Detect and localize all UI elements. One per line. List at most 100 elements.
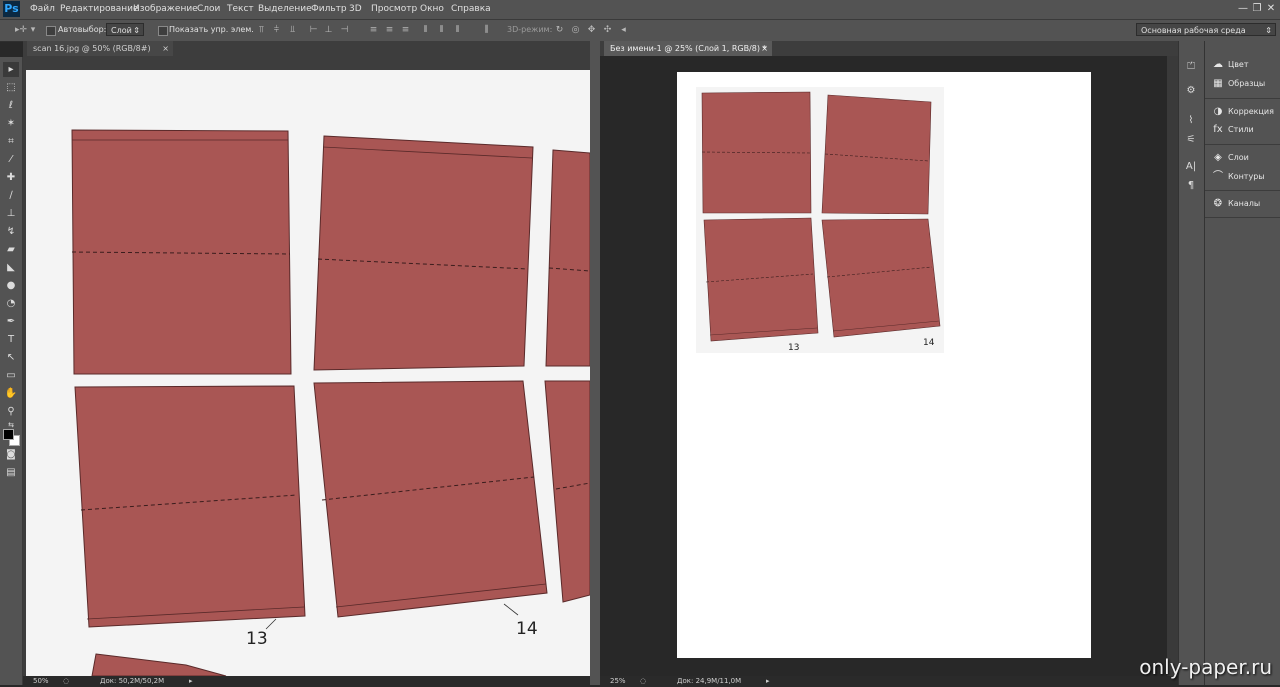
- align-top-icon[interactable]: ⫪: [256, 25, 267, 35]
- marquee-tool-icon[interactable]: ⬚: [3, 80, 19, 95]
- menu-help[interactable]: Справка: [451, 4, 491, 14]
- 3d-rotate-icon[interactable]: ↻: [554, 25, 565, 35]
- panel-divider: [1205, 190, 1280, 191]
- workspace-dropdown[interactable]: Основная рабочая среда ⇕: [1136, 23, 1276, 36]
- brush-presets-icon[interactable]: ⌇: [1183, 113, 1199, 128]
- close-icon[interactable]: ✕: [1264, 2, 1278, 16]
- history-panel-icon[interactable]: ⏍: [1183, 59, 1199, 74]
- align-right-icon[interactable]: ⊣: [339, 25, 350, 35]
- paragraph-panel-icon[interactable]: ¶: [1183, 178, 1199, 193]
- rectangle-tool-icon[interactable]: ▭: [3, 368, 19, 383]
- right-doc-tab[interactable]: Без имени-1 @ 25% (Слой 1, RGB/8) * ×: [604, 41, 772, 56]
- chevron-down-icon[interactable]: ▾: [30, 25, 36, 35]
- type-tool-icon[interactable]: T: [3, 332, 19, 347]
- styles-icon: fx: [1213, 124, 1223, 135]
- history-brush-tool-icon[interactable]: ↯: [3, 224, 19, 239]
- close-tab-icon[interactable]: ×: [162, 41, 169, 56]
- panel-paths[interactable]: ⌒ Контуры: [1211, 170, 1265, 184]
- 3d-slide-icon[interactable]: ✣: [602, 25, 613, 35]
- blur-tool-icon[interactable]: ●: [3, 278, 19, 293]
- right-doc-tabbar: Без имени-1 @ 25% (Слой 1, RGB/8) * ×: [600, 41, 1178, 56]
- foreground-color-swatch[interactable]: [3, 429, 14, 440]
- align-hcenter-icon[interactable]: ⊥: [323, 25, 334, 35]
- status-arrow-icon[interactable]: ▸: [766, 676, 770, 687]
- align-bottom-icon[interactable]: ⫫: [287, 25, 298, 35]
- actions-panel-icon[interactable]: ⚙: [1183, 83, 1199, 98]
- close-tab-icon[interactable]: ×: [761, 41, 768, 56]
- panel-adjustments-label: Коррекция: [1228, 107, 1274, 116]
- move-tool-preset-icon[interactable]: ▸✛: [12, 25, 30, 35]
- right-doc-zoom[interactable]: 25%: [610, 676, 626, 687]
- 3d-pan-icon[interactable]: ✥: [586, 25, 597, 35]
- quick-mask-icon[interactable]: ◙: [3, 447, 19, 462]
- distribute-top-icon[interactable]: ≡: [368, 25, 379, 35]
- menu-3d[interactable]: 3D: [349, 4, 362, 14]
- panel-channels[interactable]: ❂ Каналы: [1211, 197, 1260, 211]
- 3d-scale-icon[interactable]: ◂: [618, 25, 629, 35]
- auto-align-layers-icon[interactable]: ⫼: [481, 25, 492, 35]
- minimize-icon[interactable]: —: [1236, 2, 1250, 16]
- photoshop-logo: Ps: [3, 1, 20, 17]
- panel-adjustments[interactable]: ◑ Коррекция: [1211, 105, 1274, 119]
- panel-color[interactable]: ☁ Цвет: [1211, 58, 1249, 72]
- status-info-icon[interactable]: ◌: [63, 676, 69, 687]
- zoom-tool-icon[interactable]: ⚲: [3, 404, 19, 419]
- dodge-tool-icon[interactable]: ◔: [3, 296, 19, 311]
- autoselect-checkbox[interactable]: [46, 26, 56, 36]
- menu-file[interactable]: Файл: [30, 4, 55, 14]
- right-doc-canvas: 13 14: [677, 72, 1091, 658]
- autoselect-dropdown[interactable]: Слой ⇕: [106, 23, 144, 36]
- paint-bucket-tool-icon[interactable]: ◣: [3, 260, 19, 275]
- menu-type[interactable]: Текст: [227, 4, 254, 14]
- brush-panel-icon[interactable]: ⚟: [1183, 132, 1199, 147]
- panel-styles-label: Стили: [1228, 125, 1254, 134]
- right-doc-canvas-area: 13 14: [600, 56, 1167, 676]
- align-vcenter-icon[interactable]: ⫩: [271, 25, 282, 35]
- panel-layers[interactable]: ◈ Слои: [1211, 151, 1249, 165]
- distribute-left-icon[interactable]: ⦀: [420, 25, 431, 35]
- clone-stamp-tool-icon[interactable]: ⊥: [3, 206, 19, 221]
- left-doc-info: Док: 50,2M/50,2M: [100, 677, 165, 685]
- layers-icon: ◈: [1214, 152, 1222, 163]
- left-doc-zoom[interactable]: 50%: [33, 676, 49, 687]
- part-number-13-small: 13: [788, 343, 799, 353]
- distribute-vcenter-icon[interactable]: ≡: [384, 25, 395, 35]
- status-info-icon[interactable]: ◌: [640, 676, 646, 687]
- distribute-hcenter-icon[interactable]: ⦀: [436, 25, 447, 35]
- document-split-divider[interactable]: [590, 41, 600, 685]
- part-number-14-small: 14: [923, 338, 935, 348]
- crop-tool-icon[interactable]: ⌗: [3, 134, 19, 149]
- menu-filter[interactable]: Фильтр: [311, 4, 347, 14]
- path-selection-tool-icon[interactable]: ↖: [3, 350, 19, 365]
- move-tool-icon[interactable]: ▸: [3, 62, 19, 77]
- show-transform-controls-checkbox[interactable]: [158, 26, 168, 36]
- distribute-right-icon[interactable]: ⦀: [452, 25, 463, 35]
- menu-layers[interactable]: Слои: [197, 4, 220, 14]
- menu-edit[interactable]: Редактирование: [60, 4, 139, 14]
- right-doc-scrollbar[interactable]: [1167, 56, 1178, 676]
- align-left-icon[interactable]: ⊢: [308, 25, 319, 35]
- character-panel-icon[interactable]: A|: [1183, 159, 1199, 174]
- eraser-tool-icon[interactable]: ▰: [3, 242, 19, 257]
- screen-mode-icon[interactable]: ▤: [3, 465, 19, 480]
- maximize-icon[interactable]: ❐: [1250, 2, 1264, 16]
- eyedropper-tool-icon[interactable]: ⁄: [3, 152, 19, 167]
- panel-swatches[interactable]: ▦ Образцы: [1211, 77, 1265, 91]
- watermark: only-paper.ru: [1139, 655, 1272, 679]
- menu-view[interactable]: Просмотр: [371, 4, 417, 14]
- menu-select[interactable]: Выделение: [258, 4, 312, 14]
- panel-layers-label: Слои: [1228, 153, 1249, 162]
- lasso-tool-icon[interactable]: ℓ: [3, 98, 19, 113]
- distribute-bottom-icon[interactable]: ≡: [400, 25, 411, 35]
- 3d-roll-icon[interactable]: ◎: [570, 25, 581, 35]
- hand-tool-icon[interactable]: ✋: [3, 386, 19, 401]
- status-arrow-icon[interactable]: ▸: [189, 676, 193, 687]
- menu-window[interactable]: Окно: [420, 4, 444, 14]
- magic-wand-tool-icon[interactable]: ✶: [3, 116, 19, 131]
- menu-image[interactable]: Изображение: [133, 4, 198, 14]
- healing-brush-tool-icon[interactable]: ✚: [3, 170, 19, 185]
- brush-tool-icon[interactable]: ∕: [3, 188, 19, 203]
- left-doc-tab[interactable]: scan 16.jpg @ 50% (RGB/8#) ×: [27, 41, 173, 56]
- pen-tool-icon[interactable]: ✒: [3, 314, 19, 329]
- panel-styles[interactable]: fx Стили: [1211, 123, 1254, 137]
